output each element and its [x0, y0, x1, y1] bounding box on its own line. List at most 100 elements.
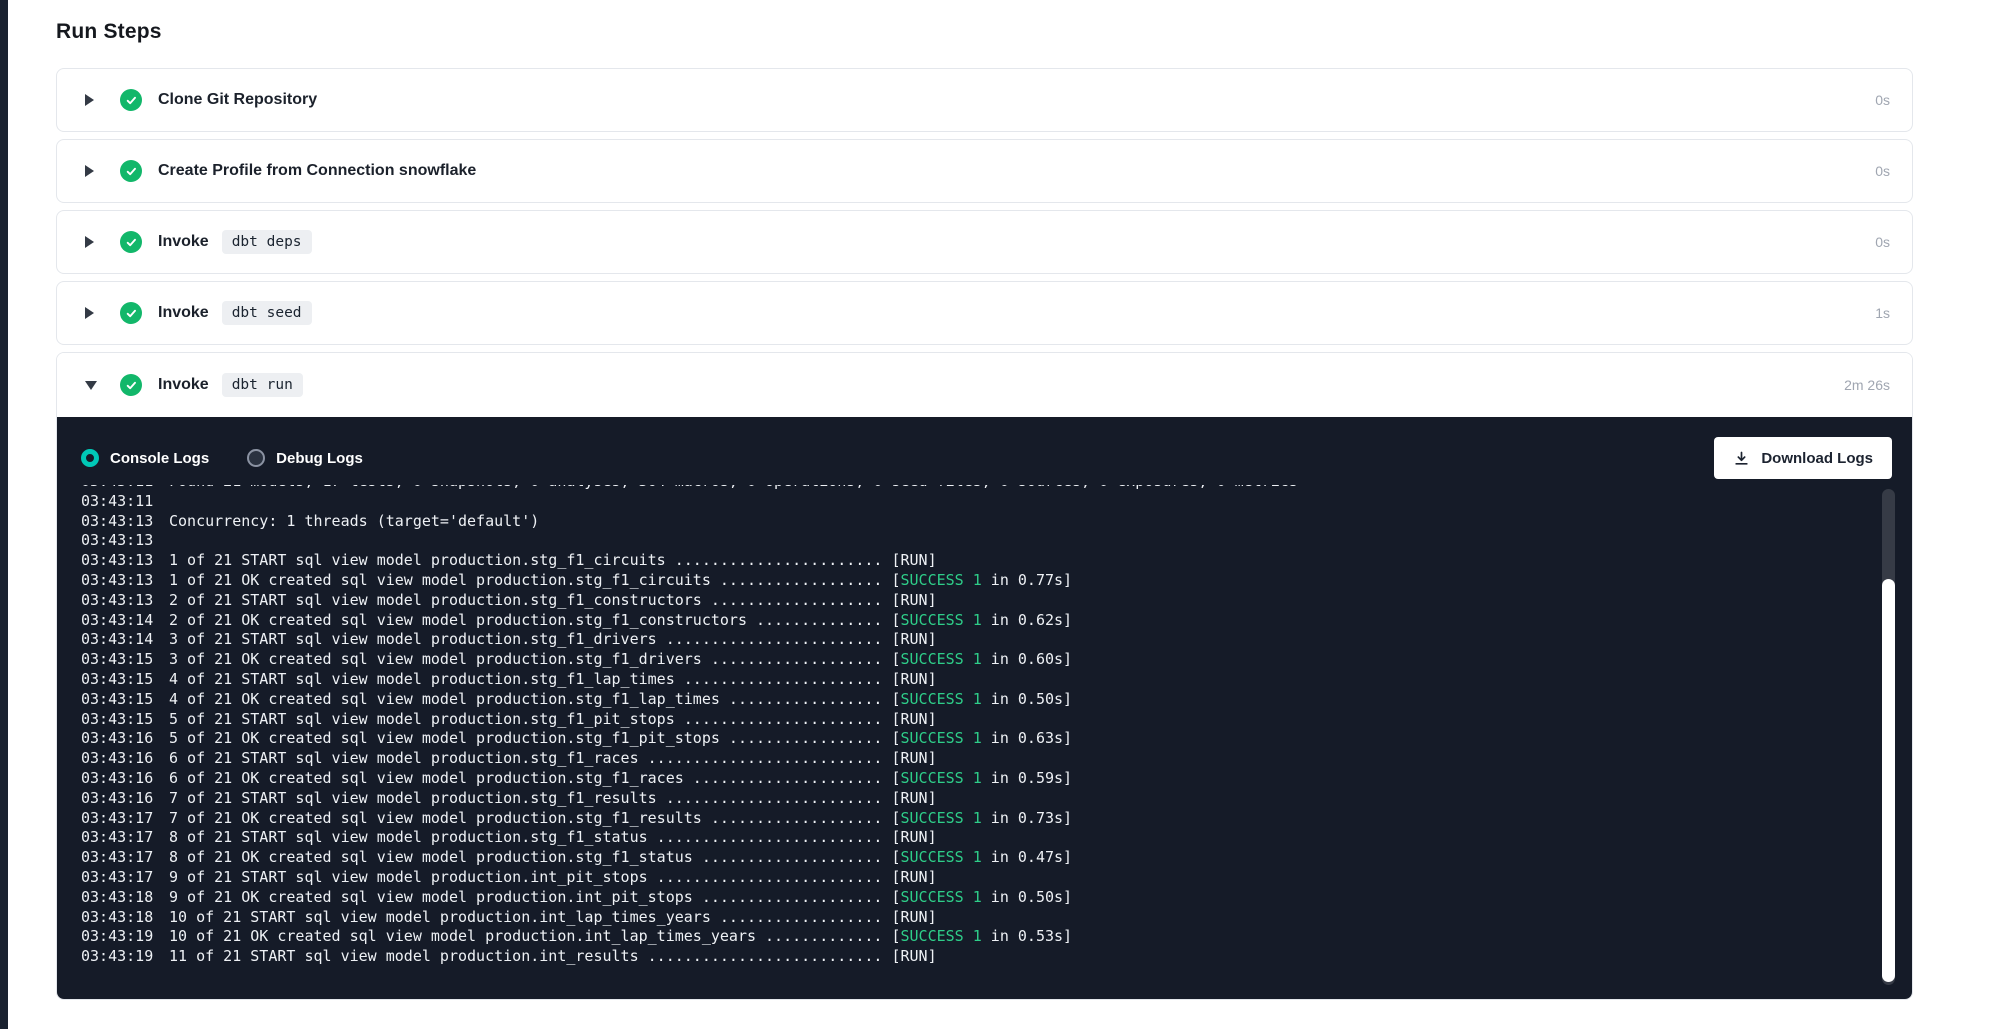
- log-line: 03:43:11Found 21 models, 17 tests, 0 sna…: [81, 485, 1888, 492]
- step-command-chip: dbt deps: [222, 230, 312, 254]
- debug-logs-label: Debug Logs: [276, 450, 363, 467]
- log-timestamp: 03:43:15: [81, 690, 169, 710]
- log-line: 03:43:177 of 21 OK created sql view mode…: [81, 809, 1888, 829]
- log-message: 6 of 21 OK created sql view model produc…: [169, 769, 1072, 787]
- log-message: 5 of 21 START sql view model production.…: [169, 710, 937, 728]
- step-duration: 1s: [1875, 305, 1890, 321]
- debug-logs-radio[interactable]: Debug Logs: [247, 449, 363, 467]
- step-duration: 2m 26s: [1844, 377, 1890, 393]
- log-message: 8 of 21 OK created sql view model produc…: [169, 848, 1072, 866]
- log-message: 4 of 21 START sql view model production.…: [169, 670, 937, 688]
- log-timestamp: 03:43:16: [81, 749, 169, 769]
- log-timestamp: 03:43:17: [81, 848, 169, 868]
- step-row-invoke-dbt-deps[interactable]: Invoke dbt deps 0s: [56, 210, 1913, 274]
- log-message: 10 of 21 OK created sql view model produ…: [169, 927, 1072, 945]
- log-timestamp: 03:43:16: [81, 769, 169, 789]
- log-line: 03:43:166 of 21 OK created sql view mode…: [81, 769, 1888, 789]
- log-message: Found 21 models, 17 tests, 0 snapshots, …: [169, 485, 1298, 490]
- log-timestamp: 03:43:19: [81, 947, 169, 967]
- step-duration: 0s: [1875, 234, 1890, 250]
- log-timestamp: 03:43:15: [81, 650, 169, 670]
- log-timestamp: 03:43:13: [81, 591, 169, 611]
- success-check-icon: [120, 231, 142, 253]
- log-message: 11 of 21 START sql view model production…: [169, 947, 937, 965]
- caret-right-icon: [85, 94, 94, 106]
- step-title: Invoke: [158, 304, 209, 322]
- log-line: 03:43:131 of 21 START sql view model pro…: [81, 551, 1888, 571]
- log-timestamp: 03:43:18: [81, 888, 169, 908]
- step-row-invoke-dbt-run[interactable]: Invoke dbt run 2m 26s: [57, 353, 1912, 417]
- log-timestamp: 03:43:16: [81, 729, 169, 749]
- run-steps-page: Run Steps Clone Git Repository 0s Create…: [0, 0, 2000, 1029]
- log-timestamp: 03:43:11: [81, 492, 169, 512]
- log-timestamp: 03:43:11: [81, 485, 169, 492]
- log-line: 03:43:132 of 21 START sql view model pro…: [81, 591, 1888, 611]
- caret-right-icon: [85, 307, 94, 319]
- step-command-chip: dbt run: [222, 373, 303, 397]
- step-row-invoke-dbt-seed[interactable]: Invoke dbt seed 1s: [56, 281, 1913, 345]
- step-title: Invoke: [158, 376, 209, 394]
- log-timestamp: 03:43:17: [81, 809, 169, 829]
- log-viewport[interactable]: 03:43:11Found 21 models, 17 tests, 0 sna…: [81, 485, 1888, 987]
- log-message: 9 of 21 OK created sql view model produc…: [169, 888, 1072, 906]
- console-log-panel: Console Logs Debug Logs Download Logs: [57, 417, 1912, 999]
- console-logs-label: Console Logs: [110, 450, 209, 467]
- log-timestamp: 03:43:15: [81, 670, 169, 690]
- step-title: Create Profile from Connection snowflake: [158, 162, 476, 180]
- log-message: 3 of 21 START sql view model production.…: [169, 630, 937, 648]
- log-line: 03:43:143 of 21 START sql view model pro…: [81, 630, 1888, 650]
- step-card-invoke-dbt-run: Invoke dbt run 2m 26s Console Logs Debug…: [56, 352, 1913, 1000]
- log-timestamp: 03:43:13: [81, 531, 169, 551]
- log-message: 8 of 21 START sql view model production.…: [169, 828, 937, 846]
- log-line: 03:43:1911 of 21 START sql view model pr…: [81, 947, 1888, 967]
- log-line: 03:43:178 of 21 OK created sql view mode…: [81, 848, 1888, 868]
- log-message: 9 of 21 START sql view model production.…: [169, 868, 937, 886]
- log-line: 03:43:153 of 21 OK created sql view mode…: [81, 650, 1888, 670]
- log-toolbar: Console Logs Debug Logs Download Logs: [81, 437, 1888, 479]
- step-row-clone-git-repository[interactable]: Clone Git Repository 0s: [56, 68, 1913, 132]
- run-steps-content: Run Steps Clone Git Repository 0s Create…: [56, 0, 1913, 1000]
- log-timestamp: 03:43:19: [81, 927, 169, 947]
- step-duration: 0s: [1875, 92, 1890, 108]
- log-message: 3 of 21 OK created sql view model produc…: [169, 650, 1072, 668]
- log-timestamp: 03:43:16: [81, 789, 169, 809]
- log-line: 03:43:131 of 21 OK created sql view mode…: [81, 571, 1888, 591]
- log-timestamp: 03:43:13: [81, 551, 169, 571]
- log-line: 03:43:165 of 21 OK created sql view mode…: [81, 729, 1888, 749]
- log-message: 7 of 21 OK created sql view model produc…: [169, 809, 1072, 827]
- download-logs-button[interactable]: Download Logs: [1714, 437, 1892, 479]
- console-logs-radio[interactable]: Console Logs: [81, 449, 209, 467]
- log-message: 2 of 21 OK created sql view model produc…: [169, 611, 1072, 629]
- sidebar-edge: [0, 0, 8, 1029]
- radio-unselected-icon: [247, 449, 265, 467]
- step-title: Invoke: [158, 233, 209, 251]
- log-line: 03:43:11: [81, 492, 1888, 512]
- log-line: 03:43:167 of 21 START sql view model pro…: [81, 789, 1888, 809]
- log-line: 03:43:179 of 21 START sql view model pro…: [81, 868, 1888, 888]
- log-message: 10 of 21 START sql view model production…: [169, 908, 937, 926]
- log-message: 1 of 21 START sql view model production.…: [169, 551, 937, 569]
- log-message: 7 of 21 START sql view model production.…: [169, 789, 937, 807]
- log-message: 4 of 21 OK created sql view model produc…: [169, 690, 1072, 708]
- log-message: 1 of 21 OK created sql view model produc…: [169, 571, 1072, 589]
- log-timestamp: 03:43:17: [81, 828, 169, 848]
- success-check-icon: [120, 302, 142, 324]
- success-check-icon: [120, 374, 142, 396]
- log-timestamp: 03:43:17: [81, 868, 169, 888]
- radio-selected-icon: [81, 449, 99, 467]
- log-line: 03:43:154 of 21 OK created sql view mode…: [81, 690, 1888, 710]
- log-message: 5 of 21 OK created sql view model produc…: [169, 729, 1072, 747]
- log-timestamp: 03:43:13: [81, 571, 169, 591]
- log-message: 2 of 21 START sql view model production.…: [169, 591, 937, 609]
- success-check-icon: [120, 160, 142, 182]
- log-line: 03:43:142 of 21 OK created sql view mode…: [81, 611, 1888, 631]
- step-row-create-profile[interactable]: Create Profile from Connection snowflake…: [56, 139, 1913, 203]
- log-message: 6 of 21 START sql view model production.…: [169, 749, 937, 767]
- log-timestamp: 03:43:18: [81, 908, 169, 928]
- log-line: 03:43:13Concurrency: 1 threads (target='…: [81, 512, 1888, 532]
- step-duration: 0s: [1875, 163, 1890, 179]
- log-line: 03:43:178 of 21 START sql view model pro…: [81, 828, 1888, 848]
- caret-right-icon: [85, 165, 94, 177]
- log-timestamp: 03:43:15: [81, 710, 169, 730]
- scrollbar-thumb[interactable]: [1882, 579, 1895, 982]
